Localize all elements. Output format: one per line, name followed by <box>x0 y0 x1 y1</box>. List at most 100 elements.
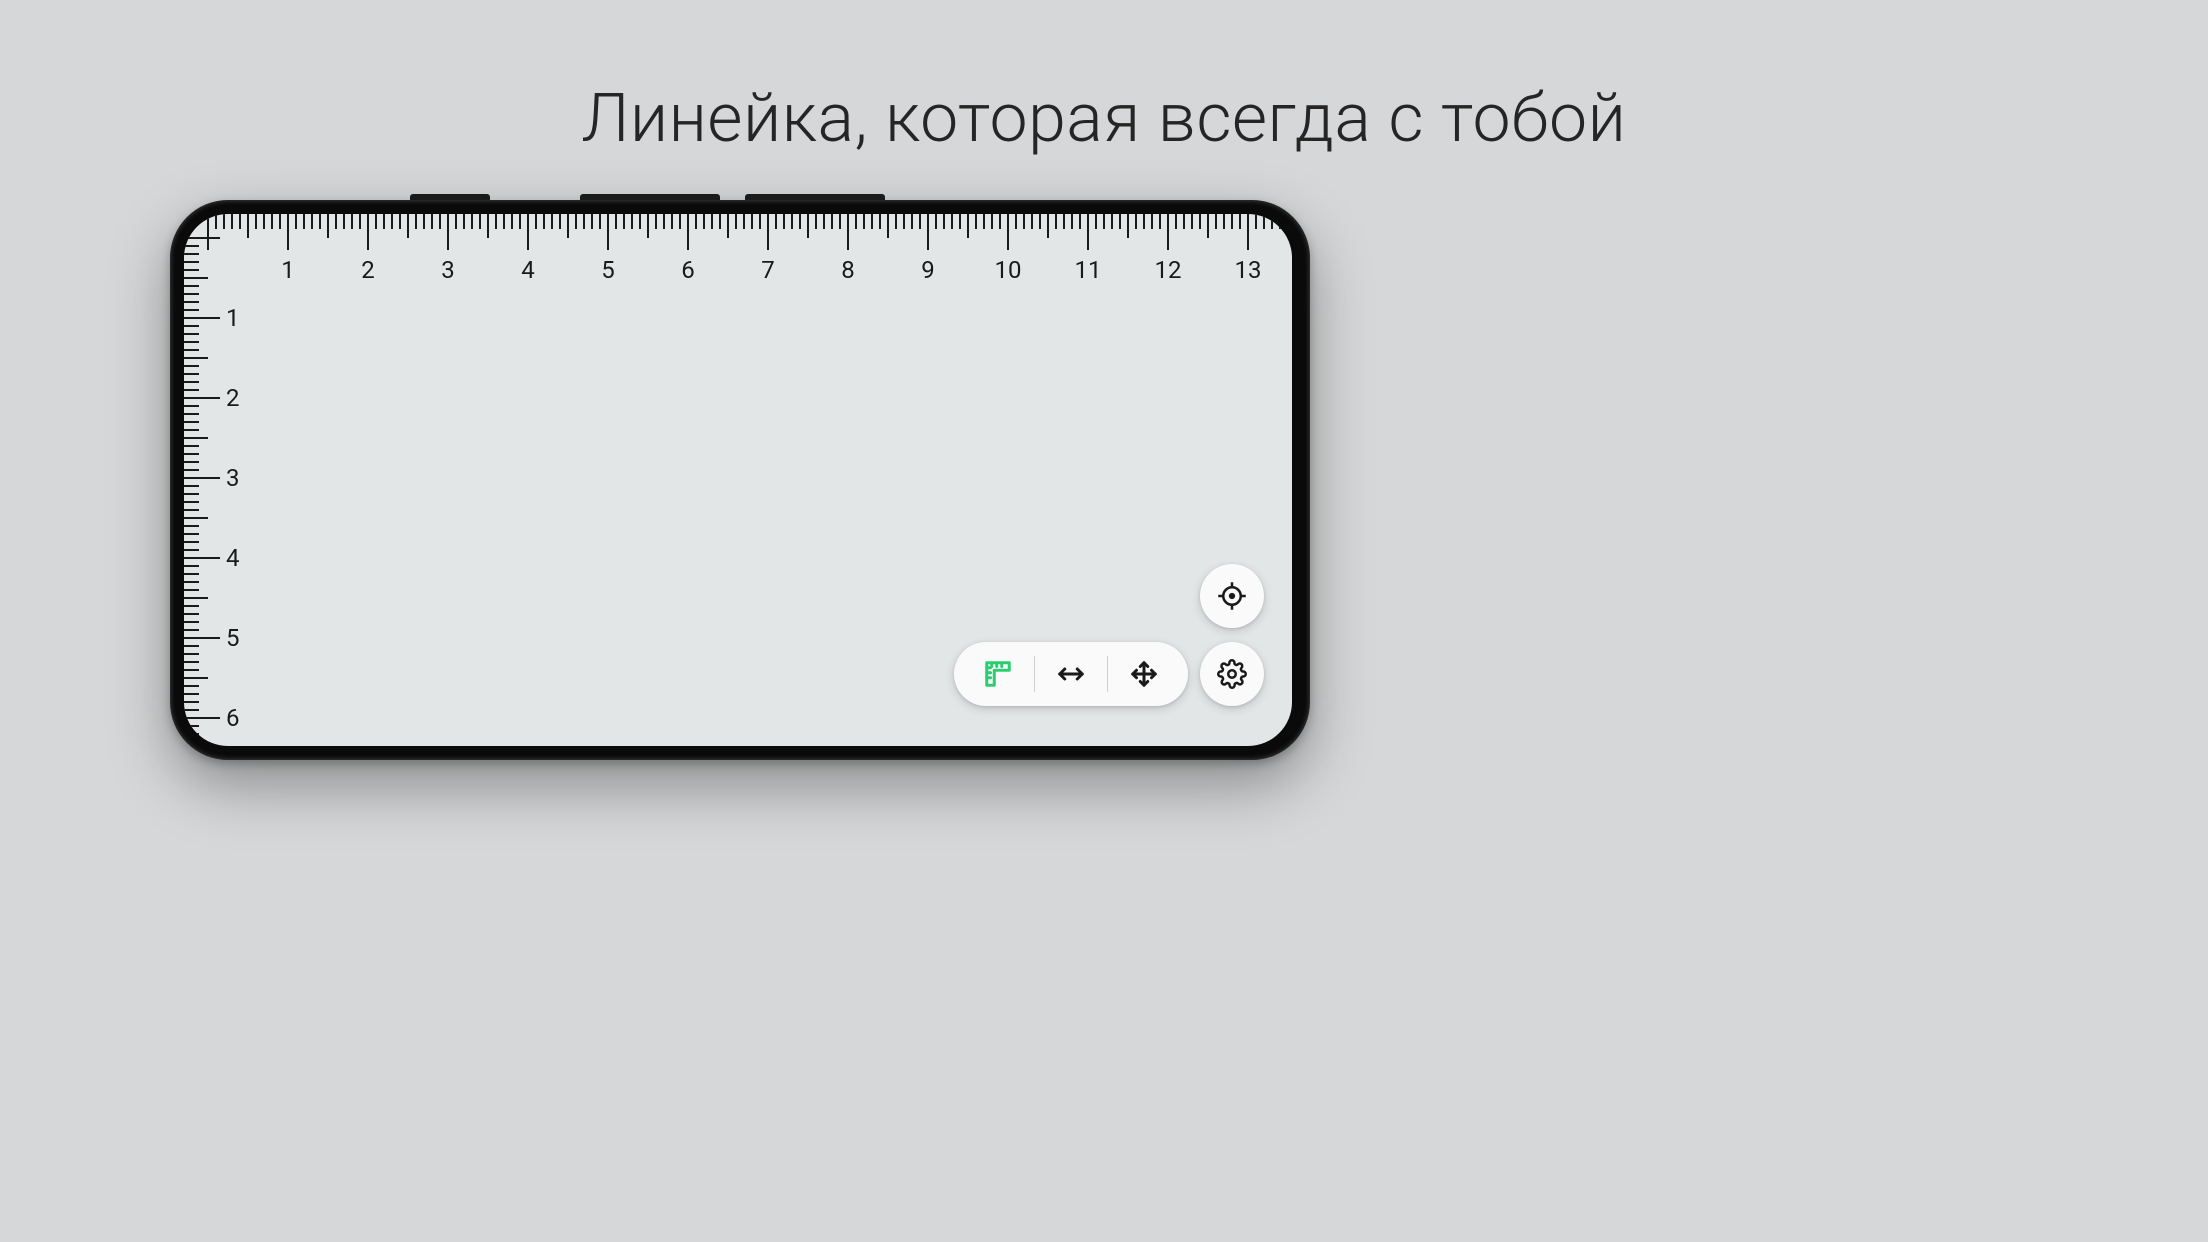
ruler-tick <box>184 669 199 671</box>
ruler-tick <box>1047 214 1049 238</box>
ruler-tick <box>991 214 993 229</box>
ruler-tick <box>184 453 199 455</box>
ruler-tick <box>911 214 913 229</box>
ruler-tick <box>567 214 569 238</box>
ruler-tick <box>847 214 849 250</box>
ruler-tick <box>184 589 199 591</box>
ruler-tick <box>935 214 937 229</box>
ruler-tick <box>184 693 199 695</box>
ruler-tick <box>791 214 793 229</box>
phone-frame: 12345678910111213 123456 <box>170 200 1310 760</box>
ruler-tick <box>439 214 441 229</box>
ruler-tick <box>184 325 199 327</box>
ruler-number: 5 <box>601 256 615 284</box>
ruler-tick <box>184 677 208 679</box>
ruler-tick <box>631 214 633 229</box>
ruler-tick <box>719 214 721 229</box>
ruler-tick <box>1159 214 1161 229</box>
ruler-tick <box>184 445 199 447</box>
ruler-tick <box>943 214 945 229</box>
ruler-tick <box>184 461 199 463</box>
ruler-number: 2 <box>226 384 240 412</box>
ruler-tick <box>575 214 577 229</box>
ruler-tick <box>184 501 199 503</box>
ruler-tick <box>184 341 199 343</box>
ruler-number: 6 <box>226 704 240 732</box>
ruler-tick <box>511 214 513 229</box>
ruler-tick <box>184 405 199 407</box>
ruler-horizontal[interactable]: 12345678910111213 <box>184 214 1292 294</box>
ruler-tick <box>415 214 417 229</box>
ruler-tick <box>743 214 745 229</box>
ruler-tick <box>1215 214 1217 229</box>
ruler-tick <box>855 214 857 229</box>
ruler-tick <box>799 214 801 229</box>
ruler-tick <box>687 214 689 250</box>
ruler-tick <box>184 581 199 583</box>
ruler-number: 11 <box>1075 256 1102 284</box>
ruler-tick <box>184 477 220 479</box>
ruler-tick <box>1031 214 1033 229</box>
mode-2d-button[interactable] <box>962 642 1034 706</box>
ruler-tick <box>184 381 199 383</box>
phone-hw-button <box>745 194 885 200</box>
ruler-tick <box>863 214 865 229</box>
ruler-tick <box>184 597 208 599</box>
ruler-tick <box>559 214 561 229</box>
ruler-tick <box>184 253 199 255</box>
ruler-tick <box>343 214 345 229</box>
ruler-tick <box>271 214 273 229</box>
ruler-tick <box>375 214 377 229</box>
ruler-number: 13 <box>1235 256 1262 284</box>
ruler-tick <box>184 685 199 687</box>
ruler-number: 4 <box>226 544 240 572</box>
ruler-tick <box>1079 214 1081 229</box>
ruler-number: 1 <box>226 304 240 332</box>
calibrate-button[interactable] <box>1200 564 1264 628</box>
ruler-tick <box>319 214 321 229</box>
mode-horizontal-button[interactable] <box>1035 642 1107 706</box>
ruler-tick <box>184 645 199 647</box>
ruler-tick <box>607 214 609 250</box>
ruler-tick <box>983 214 985 229</box>
ruler-tick <box>184 429 199 431</box>
ruler-tick <box>695 214 697 229</box>
ruler-2d-icon <box>983 659 1013 689</box>
ruler-tick <box>1191 214 1193 229</box>
ruler-tick <box>471 214 473 229</box>
ruler-tick <box>551 214 553 229</box>
ruler-tick <box>184 285 199 287</box>
ruler-tick <box>527 214 529 250</box>
ruler-tick <box>951 214 953 229</box>
ruler-tick <box>663 214 665 229</box>
ruler-tick <box>391 214 393 229</box>
phone-hw-button <box>410 194 490 200</box>
settings-button[interactable] <box>1200 642 1264 706</box>
ruler-tick <box>1095 214 1097 229</box>
ruler-tick <box>383 214 385 229</box>
target-icon <box>1217 581 1247 611</box>
ruler-tick <box>184 733 199 735</box>
ruler-tick <box>335 214 337 229</box>
move-icon <box>1129 659 1159 689</box>
ruler-tick <box>623 214 625 229</box>
ruler-tick <box>1039 214 1041 229</box>
ruler-tick <box>1103 214 1105 229</box>
ruler-tick <box>184 709 199 711</box>
ruler-tick <box>184 605 199 607</box>
ruler-tick <box>327 214 329 238</box>
ruler-tick <box>184 557 220 559</box>
ruler-number: 6 <box>681 256 695 284</box>
ruler-number: 10 <box>995 256 1022 284</box>
ruler-tick <box>1071 214 1073 229</box>
ruler-tick <box>839 214 841 229</box>
ruler-number: 9 <box>921 256 935 284</box>
ruler-vertical[interactable]: 123456 <box>184 214 264 746</box>
mode-move-button[interactable] <box>1108 642 1180 706</box>
ruler-number: 7 <box>761 256 775 284</box>
ruler-tick <box>671 214 673 229</box>
gear-icon <box>1217 659 1247 689</box>
ruler-tick <box>815 214 817 229</box>
ruler-tick <box>1207 214 1209 238</box>
ruler-number: 5 <box>226 624 240 652</box>
